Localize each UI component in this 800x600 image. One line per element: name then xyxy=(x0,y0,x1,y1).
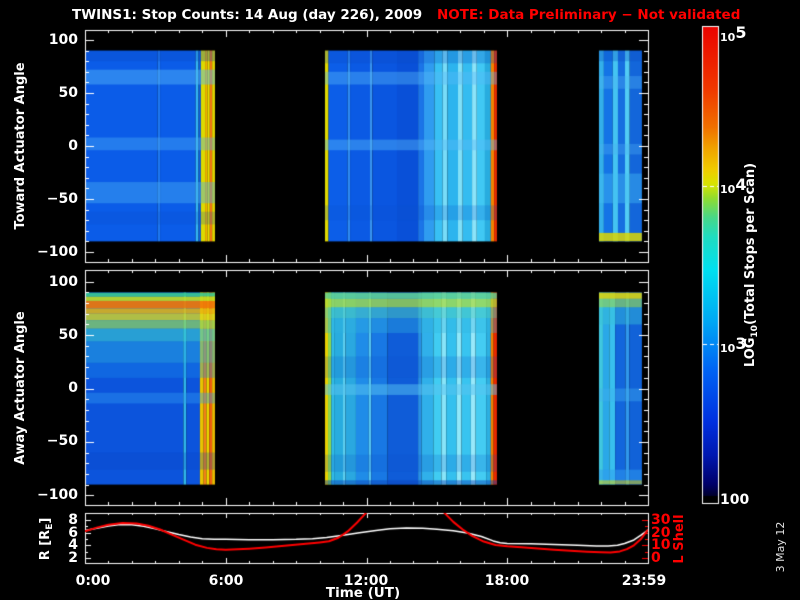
away-ytick-50: 50 xyxy=(58,327,78,343)
plot-canvas xyxy=(0,0,800,600)
date-stamp: 3 May 12 xyxy=(774,521,787,573)
away-ytick-m100: −100 xyxy=(37,487,78,503)
toward-ytick-50: 50 xyxy=(58,85,78,101)
lshell-ytick-0: 0 xyxy=(651,550,661,566)
page-title: TWINS1: Stop Counts: 14 Aug (day 226), 2… xyxy=(72,7,423,23)
colorbar-tick-1e5-exp: 5 xyxy=(735,23,747,42)
colorbar-tick-1e5-base: 10 xyxy=(720,31,736,44)
colorbar-tick-1e5: 10 5 xyxy=(720,23,747,44)
colorbar-tick-100: 100 xyxy=(720,492,750,508)
colorbar-title: LOG10(Total Stops per Scan) xyxy=(743,163,763,367)
toward-axis-title: Toward Actuator Angle xyxy=(13,62,28,230)
colorbar-title-sub: 10 xyxy=(750,325,760,338)
r-ytick-2: 2 xyxy=(68,550,78,566)
xtick-2359: 23:59 xyxy=(621,573,667,589)
away-ytick-0: 0 xyxy=(68,380,78,396)
away-ytick-100: 100 xyxy=(48,274,78,290)
colorbar-title-post: (Total Stops per Scan) xyxy=(743,162,758,326)
colorbar-tick-1e3-base: 10 xyxy=(720,342,736,355)
preliminary-note: NOTE: Data Preliminary − Not validated xyxy=(437,7,741,23)
away-ytick-m50: −50 xyxy=(46,433,78,449)
xtick-0600: 6:00 xyxy=(208,573,244,589)
colorbar-tick-1e4-base: 10 xyxy=(720,183,736,196)
away-axis-title: Away Actuator Angle xyxy=(13,311,28,465)
toward-ytick-100: 100 xyxy=(48,32,78,48)
xtick-1800: 18:00 xyxy=(484,573,530,589)
lshell-axis-title: L Shell xyxy=(672,514,687,564)
colorbar-title-pre: LOG xyxy=(743,337,758,368)
toward-ytick-m100: −100 xyxy=(37,244,78,260)
xtick-0000: 0:00 xyxy=(75,573,111,589)
toward-ytick-m50: −50 xyxy=(46,191,78,207)
plot-page: TWINS1: Stop Counts: 14 Aug (day 226), 2… xyxy=(0,0,800,600)
x-axis-title: Time (UT) xyxy=(325,585,401,600)
toward-ytick-0: 0 xyxy=(68,138,78,154)
